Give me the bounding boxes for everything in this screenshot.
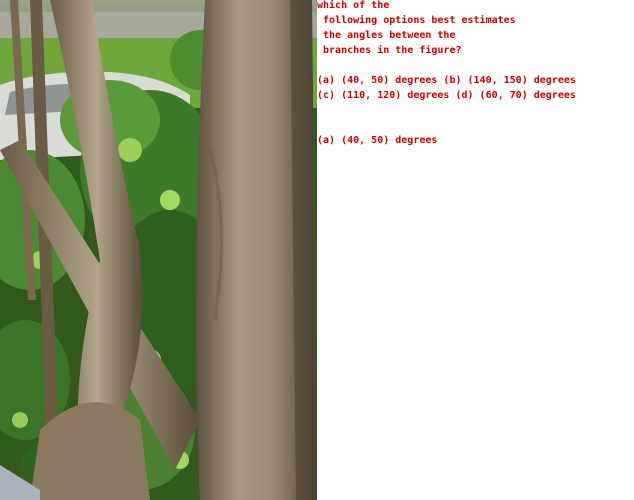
question-line: the angles between the: [317, 30, 456, 41]
question-line: following options best estimates: [317, 15, 516, 26]
answer-options-line: (a) (40, 50) degrees (b) (140, 150) degr…: [317, 75, 576, 86]
canvas: which of the following options best esti…: [0, 0, 634, 500]
answer-text: (a) (40, 50) degrees: [317, 135, 438, 146]
question-panel: which of the following options best esti…: [317, 0, 634, 500]
question-line: which of the: [317, 0, 390, 11]
answer-options-line: (c) (110, 120) degrees (d) (60, 70) degr…: [317, 90, 576, 101]
tree-branches-photo: [0, 0, 317, 500]
tree-branches-image: [0, 0, 317, 500]
question-line: branches in the figure?: [317, 45, 462, 56]
